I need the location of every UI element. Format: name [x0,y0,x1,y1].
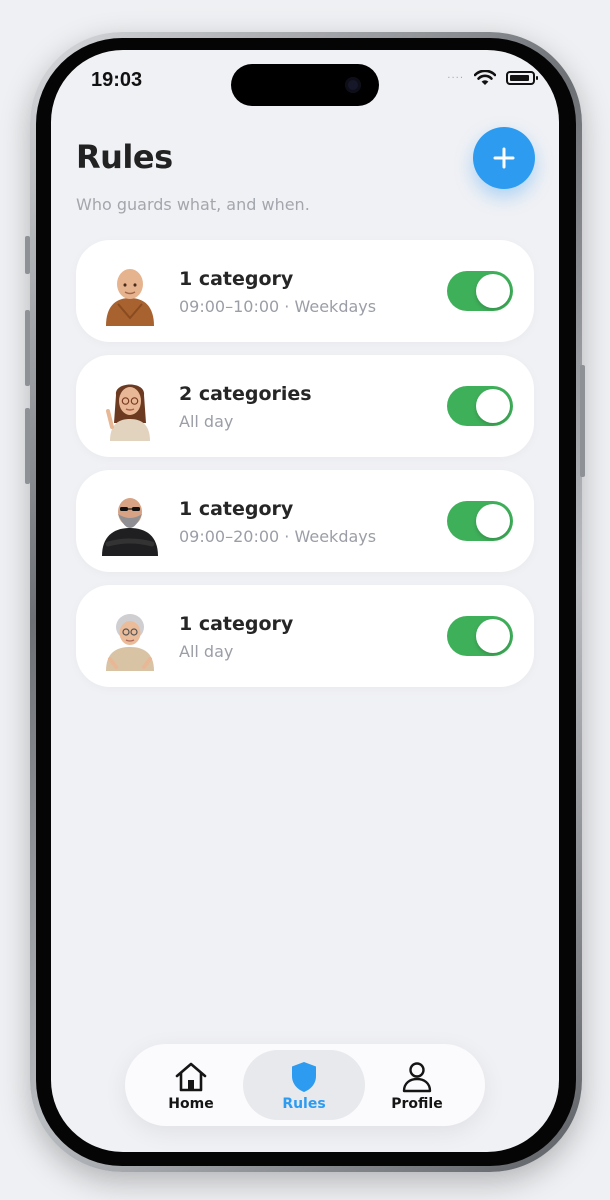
nav-item-rules[interactable]: Rules [243,1050,365,1120]
nav-item-profile[interactable]: Profile [356,1050,478,1120]
add-rule-button[interactable] [473,127,535,189]
nav-label: Home [168,1095,214,1112]
wifi-icon [474,70,496,85]
rule-card[interactable]: 1 category 09:00–10:00 · Weekdays [76,240,534,342]
battery-icon [506,71,538,85]
device-mockup: 19:03 ···· Rules Who guards what, and wh… [0,0,610,1200]
shield-icon [292,1061,316,1092]
volume-up-button [25,310,30,386]
rule-toggle[interactable] [447,386,513,426]
bottom-nav: Home Rules Profile [125,1044,485,1126]
toggle-knob [476,274,510,308]
rule-schedule: 09:00–10:00 · Weekdays [179,297,377,316]
front-camera-icon [345,77,361,93]
toggle-knob [476,504,510,538]
status-icons: ···· [447,70,538,86]
rule-card[interactable]: 2 categories All day [76,355,534,457]
page-title: Rules [76,138,173,176]
signal-dots-icon: ···· [447,72,464,84]
nav-item-home[interactable]: Home [130,1050,252,1120]
plus-icon [493,147,515,169]
rule-title: 1 category [179,613,294,635]
rule-title: 1 category [179,498,294,520]
rule-title: 1 category [179,268,294,290]
rule-schedule: 09:00–20:00 · Weekdays [179,527,377,546]
nav-label: Rules [282,1095,326,1112]
toggle-knob [476,619,510,653]
nav-label: Profile [391,1095,443,1112]
rule-schedule: All day [179,412,234,431]
rule-toggle[interactable] [447,616,513,656]
rule-schedule: All day [179,642,234,661]
dynamic-island [231,64,379,106]
action-button [25,236,30,274]
home-icon [175,1062,207,1091]
rule-toggle[interactable] [447,271,513,311]
power-button [580,365,585,477]
bearded-man-avatar [102,498,158,556]
woman-pointing-avatar [106,384,150,441]
page-subtitle: Who guards what, and when. [76,195,310,214]
toggle-knob [476,389,510,423]
person-icon [402,1061,432,1092]
rule-title: 2 categories [179,383,312,405]
status-time: 19:03 [91,69,143,91]
volume-down-button [25,408,30,484]
monk-avatar [106,269,154,326]
rule-card[interactable]: 1 category All day [76,585,534,687]
grandma-avatar [106,614,154,671]
rule-toggle[interactable] [447,501,513,541]
rule-card[interactable]: 1 category 09:00–20:00 · Weekdays [76,470,534,572]
app-screen: 19:03 ···· Rules Who guards what, and wh… [51,50,559,1152]
